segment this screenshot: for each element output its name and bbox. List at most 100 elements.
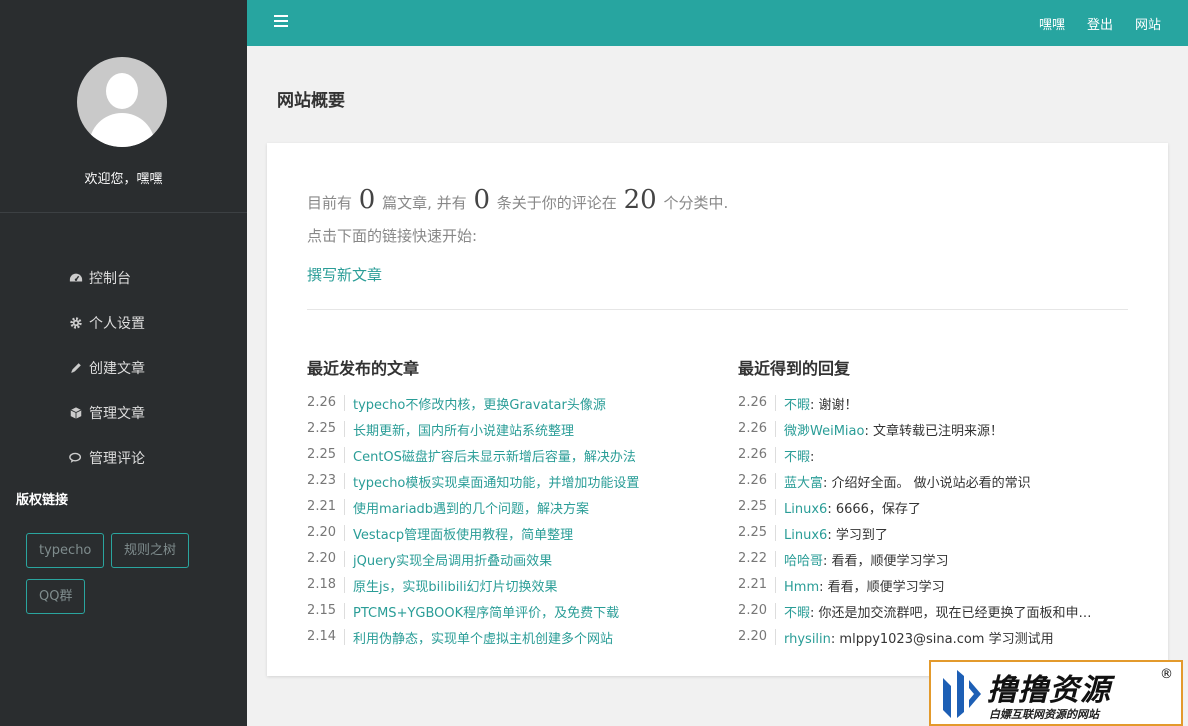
list-item: 2.23 typecho模板实现桌面通知功能，并增加功能设置 [307,468,707,494]
post-link[interactable]: PTCMS+YGBOOK程序简单评价，及免费下载 [353,606,619,621]
list-item: 2.26 不暇: 谢谢！ [738,390,1128,416]
reply-separator: : [810,605,819,621]
post-title-cell: jQuery实现全局调用折叠动画效果 [345,550,552,569]
list-item: 2.18 原生js，实现bilibili幻灯片切换效果 [307,572,707,598]
sidebar-item-settings[interactable]: 个人设置 [69,300,145,345]
list-item: 2.14 利用伪静态，实现单个虚拟主机创建多个网站 [307,624,707,650]
reply-separator: : [827,501,836,517]
list-item: 2.21 Hmm: 看看，顺便学习学习 [738,572,1128,598]
list-item: 2.26 蓝大富: 介绍好全面。 做小说站必看的常识 [738,468,1128,494]
top-nav: 嘿嘿 登出 网站 [1017,0,1161,46]
user-link[interactable]: 嘿嘿 [1039,14,1065,33]
reply-text: 学习到了 [835,527,888,543]
list-item: 2.25 Linux6: 学习到了 [738,520,1128,546]
post-link[interactable]: 长期更新，国内所有小说建站系统整理 [353,424,574,439]
recent-posts-list: 2.26 typecho不修改内核，更换Gravatar头像源 2.25 长期更新，国… [307,390,707,650]
post-date: 2.23 [307,473,345,489]
sidebar-item-label: 个人设置 [89,315,145,332]
sidebar-nav: 控制台 个人设置 创建文章 管理文章 管理评论 [69,255,145,480]
page-title: 网站概要 [277,91,345,111]
recent-replies-title: 最近得到的回复 [738,359,851,378]
post-date: 2.14 [307,629,345,645]
sidebar-item-manage-posts[interactable]: 管理文章 [69,390,145,435]
reply-separator: : [810,449,815,465]
post-title-cell: PTCMS+YGBOOK程序简单评价，及免费下载 [345,602,619,621]
reply-text: 谢谢！ [818,397,858,413]
reply-author-link[interactable]: 不暇 [784,450,810,465]
post-link[interactable]: CentOS磁盘扩容后未显示新增后容量，解决办法 [353,450,636,465]
link-qq-group[interactable]: QQ群 [26,579,86,614]
comments-count: 0 [473,185,490,215]
post-title-cell: 利用伪静态，实现单个虚拟主机创建多个网站 [345,628,613,647]
post-date: 2.21 [307,499,345,515]
post-link[interactable]: typecho模板实现桌面通知功能，并增加功能设置 [353,476,639,491]
reply-cell: Hmm: 看看，顺便学习学习 [776,576,945,595]
copyright-links-title: 版权链接 [16,493,69,508]
website-link[interactable]: 网站 [1135,14,1161,33]
reply-text: 介绍好全面。 做小说站必看的常识 [831,475,1031,491]
comments-icon [69,451,83,465]
list-item: 2.20 rhysilin: mlppy1023@sina.com 学习测试用 [738,624,1128,650]
reply-author-link[interactable]: Linux6 [784,528,827,543]
avatar[interactable] [77,57,167,147]
reply-text: 看看，顺便学习学习 [831,553,949,569]
sidebar-item-create-post[interactable]: 创建文章 [69,345,145,390]
list-item: 2.25 CentOS磁盘扩容后未显示新增后容量，解决办法 [307,442,707,468]
post-title-cell: 使用mariadb遇到的几个问题，解决方案 [345,498,589,517]
reply-author-link[interactable]: 蓝大富 [784,476,823,491]
list-item: 2.20 jQuery实现全局调用折叠动画效果 [307,546,707,572]
reply-cell: 不暇: 你还是加交流群吧，现在已经更换了面板和申… [776,602,1092,621]
menu-toggle-icon[interactable] [274,15,288,27]
post-link[interactable]: 原生js，实现bilibili幻灯片切换效果 [353,580,558,595]
reply-text: 6666，保存了 [835,501,921,517]
stats-summary: 目前有 0 篇文章, 并有 0 条关于你的评论在 20 个分类中. [307,185,728,215]
reply-separator: : [864,423,873,439]
reply-separator: : [819,579,828,595]
quick-start-text: 点击下面的链接快速开始: [307,227,478,245]
reply-author-link[interactable]: 不暇 [784,606,810,621]
list-item: 2.22 哈哈哥: 看看，顺便学习学习 [738,546,1128,572]
link-typecho[interactable]: typecho [26,533,105,568]
reply-cell: Linux6: 学习到了 [776,524,888,543]
top-bar: 嘿嘿 登出 网站 [247,0,1188,46]
reply-author-link[interactable]: Hmm [784,580,819,595]
post-title-cell: typecho模板实现桌面通知功能，并增加功能设置 [345,472,639,491]
post-title-cell: CentOS磁盘扩容后未显示新增后容量，解决办法 [345,446,636,465]
categories-count: 20 [623,185,657,215]
reply-date: 2.25 [738,499,776,515]
reply-author-link[interactable]: 微渺WeiMiao [784,424,864,439]
gear-icon [69,316,83,330]
list-item: 2.25 Linux6: 6666，保存了 [738,494,1128,520]
list-item: 2.26 微渺WeiMiao: 文章转载已注明来源！ [738,416,1128,442]
list-item: 2.26 不暇: [738,442,1128,468]
reply-author-link[interactable]: Linux6 [784,502,827,517]
post-date: 2.15 [307,603,345,619]
link-rule-tree[interactable]: 规则之树 [111,533,190,568]
post-link[interactable]: Vestacp管理面板使用教程，简单整理 [353,528,573,543]
reply-text: 看看，顺便学习学习 [827,579,945,595]
avatar-body [89,113,155,147]
sidebar-item-dashboard[interactable]: 控制台 [69,255,145,300]
reply-date: 2.26 [738,395,776,411]
post-date: 2.26 [307,395,345,411]
posts-count: 0 [358,185,376,215]
write-post-link[interactable]: 撰写新文章 [307,264,382,285]
reply-author-link[interactable]: rhysilin [784,632,831,647]
post-link[interactable]: 利用伪静态，实现单个虚拟主机创建多个网站 [353,632,613,647]
post-title-cell: Vestacp管理面板使用教程，简单整理 [345,524,573,543]
post-link[interactable]: 使用mariadb遇到的几个问题，解决方案 [353,502,589,517]
post-date: 2.25 [307,421,345,437]
list-item: 2.20 Vestacp管理面板使用教程，简单整理 [307,520,707,546]
post-link[interactable]: typecho不修改内核，更换Gravatar头像源 [353,398,606,413]
sidebar: 欢迎您，嘿嘿 控制台 个人设置 创建文章 管理文章 管理评论 版权链接 type… [0,0,247,726]
logout-link[interactable]: 登出 [1087,14,1113,33]
reply-author-link[interactable]: 哈哈哥 [784,554,823,569]
list-item: 2.26 typecho不修改内核，更换Gravatar头像源 [307,390,707,416]
post-link[interactable]: jQuery实现全局调用折叠动画效果 [353,554,552,569]
reply-cell: Linux6: 6666，保存了 [776,498,921,517]
sidebar-item-manage-comments[interactable]: 管理评论 [69,435,145,480]
sidebar-item-label: 创建文章 [89,360,145,377]
reply-author-link[interactable]: 不暇 [784,398,810,413]
pencil-icon [69,361,83,375]
sidebar-item-label: 管理评论 [89,450,145,467]
